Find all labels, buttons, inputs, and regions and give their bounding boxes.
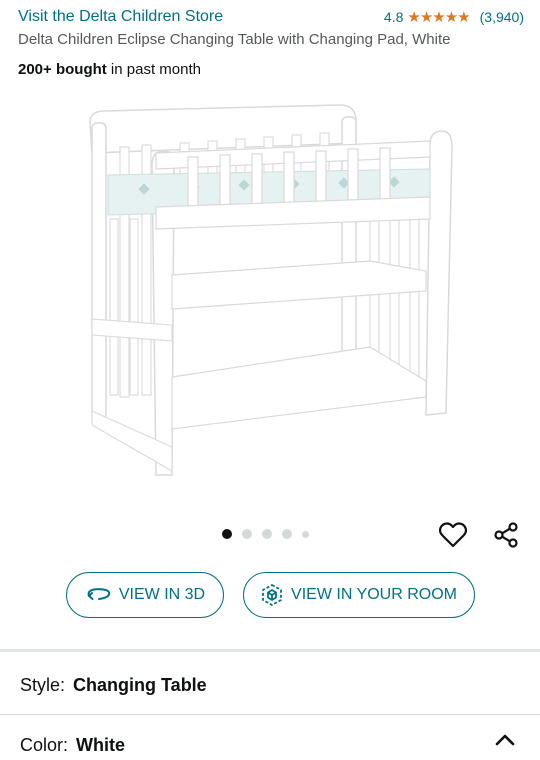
image-carousel-dots (222, 529, 309, 539)
star-rating-icon: ★★★★★ (407, 9, 470, 26)
rotate-3d-icon (87, 588, 111, 600)
carousel-dot[interactable] (242, 529, 252, 539)
store-link[interactable]: Visit the Delta Children Store (18, 8, 223, 26)
product-image[interactable] (80, 95, 460, 495)
heart-icon (439, 522, 467, 548)
carousel-dot[interactable] (302, 530, 309, 538)
wishlist-button[interactable] (437, 519, 469, 551)
color-label: Color: (20, 735, 69, 755)
section-divider (0, 649, 540, 652)
view-in-your-room-label: VIEW IN YOUR ROOM (291, 586, 457, 603)
changing-table-image (89, 104, 453, 476)
rating-count[interactable]: (3,940) (480, 9, 524, 25)
header-row: Visit the Delta Children Store 4.8 ★★★★★… (18, 6, 524, 28)
style-value: Changing Table (73, 675, 207, 695)
style-label: Style: (20, 675, 66, 695)
bought-count: 200+ bought (18, 61, 107, 78)
style-option[interactable]: Style: Changing Table (20, 675, 207, 696)
share-icon (494, 522, 518, 548)
view-in-3d-button[interactable]: VIEW IN 3D (66, 572, 224, 618)
color-value: White (76, 735, 126, 755)
option-divider (0, 714, 540, 715)
bought-suffix: in past month (106, 61, 201, 78)
rating-value: 4.8 (383, 9, 404, 25)
carousel-dot[interactable] (282, 529, 292, 539)
collapse-color-button[interactable] (490, 726, 520, 754)
carousel-dot[interactable] (262, 529, 272, 539)
bought-info: 200+ bought in past month (18, 61, 201, 78)
view-in-3d-label: VIEW IN 3D (118, 586, 206, 603)
share-button[interactable] (490, 519, 522, 551)
product-title: Delta Children Eclipse Changing Table wi… (18, 31, 451, 48)
view-in-your-room-button[interactable]: VIEW IN YOUR ROOM (243, 572, 475, 618)
ar-cube-icon (262, 584, 282, 606)
carousel-dot[interactable] (222, 529, 232, 539)
rating-summary[interactable]: 4.8 ★★★★★ (3,940) (384, 8, 524, 26)
color-option[interactable]: Color: White (20, 735, 125, 756)
chevron-up-icon (495, 734, 515, 746)
